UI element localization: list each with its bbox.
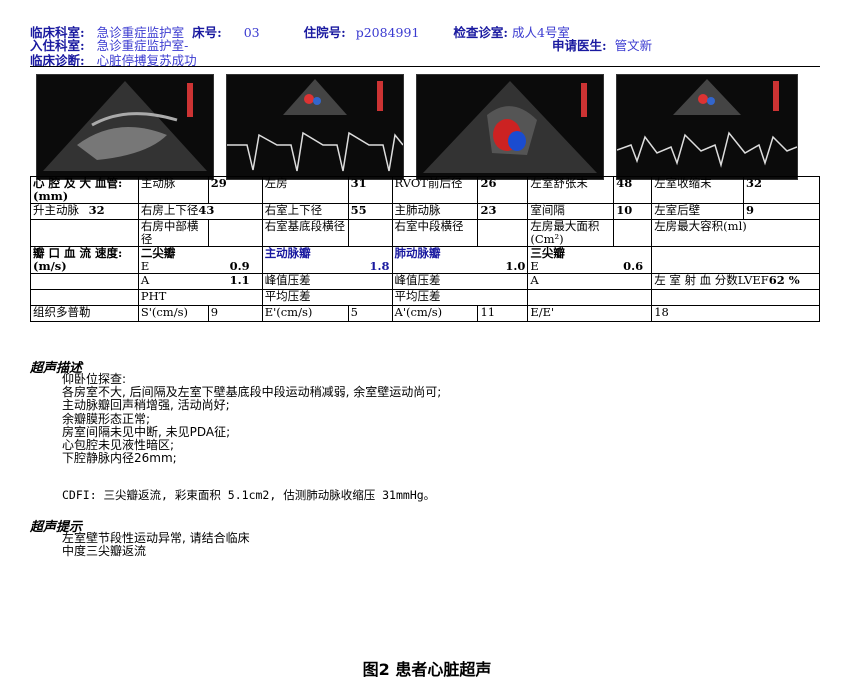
echo-image-3 [416, 74, 604, 180]
cell: 左房最大容积(ml) [651, 219, 820, 247]
cell: 组织多普勒 [30, 305, 139, 322]
cell: 29 [207, 176, 263, 204]
cell: PHT [137, 289, 263, 306]
cell: 5 [347, 305, 393, 322]
cell: 43 [198, 203, 215, 217]
bed-label: 床号: [192, 25, 222, 40]
cell: 右室上下径 [261, 203, 349, 220]
cell: A'(cm/s) [391, 305, 479, 322]
divider [30, 66, 820, 67]
doctor-value: 管文新 [614, 38, 653, 53]
exam-room-label: 检查诊室: [453, 25, 508, 40]
cell: 48 [613, 176, 653, 204]
cell: S'(cm/s) [137, 305, 209, 322]
cell: A [140, 273, 150, 287]
cell: 峰值压差 [261, 273, 393, 290]
cell: 左房最大面积(Cm²) [527, 219, 615, 247]
cell: 55 [347, 203, 393, 220]
description-line: 下腔静脉内径26mm; [62, 451, 177, 466]
table-row: 右房中部横径 右室基底段横径 右室中段横径 左房最大面积(Cm²) 左房最大容积… [30, 219, 820, 247]
bed-value: 03 [243, 25, 260, 40]
cell: 平均压差 [391, 289, 529, 306]
cell: 31 [347, 176, 393, 204]
measurement-table: 心 腔 及 大 血管:(mm) 主动脉 29 左房 31 RVOT前后径 26 … [30, 176, 820, 322]
admit-label: 住院号: [303, 25, 346, 40]
cell: 1.1 [229, 273, 250, 287]
cell: 26 [477, 176, 529, 204]
table-row: PHT 平均压差 平均压差 [30, 289, 820, 306]
cell: 0.9 [229, 259, 250, 273]
echo-image-1 [36, 74, 214, 180]
cell: 62 % [768, 273, 800, 287]
cell: 11 [477, 305, 529, 322]
cell: 18 [651, 305, 820, 322]
cell: 右房上下径 [140, 203, 199, 217]
cell: 1.0 [505, 259, 526, 273]
figure-caption: 图2 患者心脏超声 [362, 660, 492, 679]
cell: 32 [88, 203, 105, 217]
conclusion-body: 左室壁节段性运动异常, 请结合临床 中度三尖瓣返流 [62, 531, 250, 559]
cell: 0.6 [623, 259, 644, 273]
description-line: 余瓣膜形态正常; [62, 411, 151, 426]
conclusion-line: 中度三尖瓣返流 [62, 544, 147, 559]
cell: 右室中段横径 [391, 219, 479, 247]
echo-image-4 [616, 74, 798, 180]
ward-label: 入住科室: [30, 38, 85, 53]
admit-value: p2084991 [355, 25, 420, 40]
cell: 10 [613, 203, 653, 220]
cell: 左室收缩末 [651, 176, 745, 204]
description-body: 仰卧位探查: 各房室不大, 后间隔及左室下壁基底段中段运动稍减弱, 余室壁运动尚… [62, 372, 441, 466]
table-row: 升主动脉 32 右房上下径43 右室上下径 55 主肺动脉 23 室间隔 10 … [30, 203, 820, 220]
cell: 1.8 [369, 259, 390, 273]
cell: 左室舒张末 [527, 176, 615, 204]
cell: 23 [477, 203, 529, 220]
cell: 瓣 口 血 流 速度:(m/s) [30, 246, 139, 274]
cell: 左房 [261, 176, 349, 204]
cell: 峰值压差 [391, 273, 529, 290]
cell: E'(cm/s) [261, 305, 349, 322]
cell: 右室基底段横径 [261, 219, 349, 247]
ultrasound-images [30, 74, 820, 182]
cell: E/E' [527, 305, 653, 322]
cell: 平均压差 [261, 289, 393, 306]
cell: 9 [743, 203, 820, 220]
cell: 主肺动脉 [391, 203, 479, 220]
table-row: 心 腔 及 大 血管:(mm) 主动脉 29 左房 31 RVOT前后径 26 … [30, 176, 820, 204]
report: 临床科室: 急诊重症监护室 床号: 03 住院号: p2084991 检查诊室:… [30, 14, 820, 558]
cell: 右房中部横径 [137, 219, 209, 247]
echo-image-2 [226, 74, 404, 180]
description-line: 主动脉瓣回声稍增强, 活动尚好; [62, 398, 230, 413]
cell: 室间隔 [527, 203, 615, 220]
ward-value: 急诊重症监护室- [96, 38, 189, 53]
cell: A [527, 273, 653, 290]
cell: 左 室 射 血 分数LVEF [654, 273, 769, 287]
cell: 左室后壁 [651, 203, 745, 220]
cell: 9 [207, 305, 263, 322]
table-row: 瓣 口 血 流 速度:(m/s) 二尖瓣 E 0.9 主动脉瓣 1.8 肺动脉瓣 1.0… [30, 246, 820, 274]
cell: E [530, 259, 539, 273]
cell: 主动脉 [137, 176, 209, 204]
cell: 32 [743, 176, 820, 204]
cell: E [140, 259, 150, 273]
table-row: 组织多普勒 S'(cm/s) 9 E'(cm/s) 5 A'(cm/s) 11 … [30, 305, 820, 322]
cell: 升主动脉 [33, 203, 79, 217]
report-header: 临床科室: 急诊重症监护室 床号: 03 住院号: p2084991 检查诊室:… [30, 14, 820, 68]
cell: 心 腔 及 大 血管:(mm) [30, 176, 139, 204]
cell: RVOT前后径 [391, 176, 479, 204]
cdfi-line: CDFI: 三尖瓣返流, 彩束面积 5.1cm2, 估测肺动脉收缩压 31mmH… [62, 488, 436, 502]
doctor-label: 申请医生: [552, 38, 607, 53]
table-row: A 1.1 峰值压差 峰值压差 A 左 室 射 血 分数LVEF62 % [30, 273, 820, 290]
